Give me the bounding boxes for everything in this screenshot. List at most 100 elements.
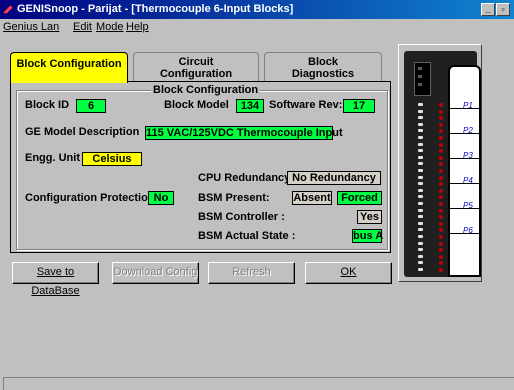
tab-label: Circuit — [178, 56, 214, 68]
terminal-led — [439, 169, 443, 173]
block-model-label: Block Model — [164, 99, 229, 111]
terminal-pin — [418, 149, 423, 153]
terminal-pin — [418, 221, 423, 225]
refresh-button[interactable]: Refresh — [208, 262, 295, 284]
tab-label-line2: Configuration — [159, 68, 233, 80]
menu-mode[interactable]: Mode — [96, 21, 124, 33]
bsm-controller-label: BSM Controller : — [198, 211, 285, 223]
tab-label: Block — [308, 56, 338, 68]
tab-label: Block Configuration — [16, 58, 122, 70]
point-label: P4 — [463, 176, 473, 185]
terminal-pin — [418, 228, 423, 232]
terminal-led — [439, 254, 443, 259]
terminal-pin — [418, 155, 423, 159]
terminal-pin — [418, 241, 423, 245]
terminal-pin — [418, 261, 423, 265]
menu-help[interactable]: Help — [126, 21, 149, 33]
terminal-led — [439, 149, 443, 154]
block-configuration-group — [16, 90, 388, 250]
status-bar — [3, 377, 514, 390]
group-title: Block Configuration — [151, 84, 261, 96]
engg-unit-value: Celsius — [82, 152, 142, 166]
app-icon — [3, 5, 13, 14]
terminal-pin — [418, 202, 423, 205]
terminal-pin — [418, 122, 423, 126]
module-terminal-card: P1 P2 P3 P4 P5 P6 — [448, 65, 481, 277]
terminal-pin — [418, 129, 423, 133]
menu-genius-lan[interactable]: Genius Lan — [3, 21, 59, 33]
engg-unit-label: Engg. Unit : — [25, 152, 87, 164]
terminal-pin — [418, 162, 423, 166]
block-model-value: 134 — [236, 99, 264, 113]
terminal-pin — [418, 142, 423, 146]
bsm-present-label: BSM Present: — [198, 192, 270, 204]
terminal-led — [439, 136, 443, 140]
menu-label: Genius Lan — [3, 21, 60, 33]
terminal-led — [439, 248, 443, 253]
terminal-pin — [418, 235, 423, 238]
tab-circuit-configuration[interactable]: Circuit Configuration — [133, 52, 259, 83]
block-id-label: Block ID — [25, 99, 70, 111]
point-label: P3 — [463, 151, 473, 160]
terminal-led — [439, 116, 443, 121]
point-label: P1 — [463, 101, 473, 110]
point-label: P6 — [463, 226, 473, 235]
bsm-present-value: Absent — [292, 191, 332, 205]
terminal-led — [439, 142, 443, 147]
bsm-actual-state-value: bus A — [352, 229, 384, 243]
cpu-redundancy-value: No Redundancy — [287, 171, 381, 185]
ok-button[interactable]: OK — [305, 262, 392, 284]
tab-label-line2: Diagnostics — [291, 68, 355, 80]
terminal-led — [439, 235, 443, 239]
terminal-pin — [418, 136, 423, 139]
title-bar: GENISnoop - Parijat - [Thermocouple 6-In… — [0, 0, 514, 19]
terminal-led — [439, 261, 443, 266]
thermocouple-module-graphic: P1 P2 P3 P4 P5 P6 — [398, 44, 482, 282]
terminal-pin — [418, 188, 423, 192]
ge-model-value: 115 VAC/125VDC Thermocouple Input — [145, 126, 343, 140]
bsm-forced-value: Forced — [337, 191, 382, 205]
terminal-led — [439, 129, 443, 134]
menu-label: Edit — [73, 21, 92, 33]
config-protection-value: No — [148, 191, 174, 205]
ge-model-label: GE Model Description — [25, 126, 140, 138]
software-rev-value: 17 — [343, 99, 375, 113]
terminal-led — [439, 109, 443, 114]
terminal-pin — [418, 175, 423, 179]
terminal-pin — [418, 182, 423, 186]
config-protection-label: Configuration Protection : — [25, 192, 162, 204]
point-label: P2 — [463, 126, 473, 135]
menu-label: Help — [126, 21, 149, 33]
terminal-led — [439, 195, 443, 200]
download-config-button[interactable]: Download Config — [112, 262, 199, 284]
terminal-led — [439, 155, 443, 160]
button-label: Refresh — [232, 266, 271, 278]
terminal-pin — [418, 109, 423, 113]
tab-block-configuration[interactable]: Block Configuration — [10, 52, 128, 83]
terminal-led — [439, 103, 443, 107]
menu-edit[interactable]: Edit — [73, 21, 92, 33]
button-label: Download Config — [113, 266, 198, 278]
tab-block-diagnostics[interactable]: Block Diagnostics — [264, 52, 382, 83]
bsm-actual-state-label: BSM Actual State : — [198, 230, 296, 242]
terminal-led — [439, 188, 443, 193]
terminal-led — [439, 215, 443, 220]
window-title: GENISnoop - Parijat - [Thermocouple 6-In… — [17, 3, 294, 15]
module-status-leds — [414, 62, 431, 96]
bsm-controller-value: Yes — [357, 210, 382, 224]
terminal-pin — [418, 116, 423, 120]
save-to-database-button[interactable]: Save to DataBase — [12, 262, 99, 297]
terminal-pin — [418, 169, 423, 172]
restore-button[interactable]: ▫ — [496, 3, 510, 16]
terminal-led — [439, 208, 443, 213]
minimize-button[interactable]: _ — [481, 3, 495, 16]
point-label: P5 — [463, 201, 473, 210]
terminal-led — [439, 175, 443, 180]
terminal-pin — [418, 254, 423, 258]
terminal-led — [439, 228, 443, 233]
menu-label: Mode — [96, 21, 124, 33]
terminal-led — [439, 202, 443, 206]
terminal-led — [439, 241, 443, 246]
terminal-pin — [418, 268, 423, 271]
terminal-led — [439, 162, 443, 167]
